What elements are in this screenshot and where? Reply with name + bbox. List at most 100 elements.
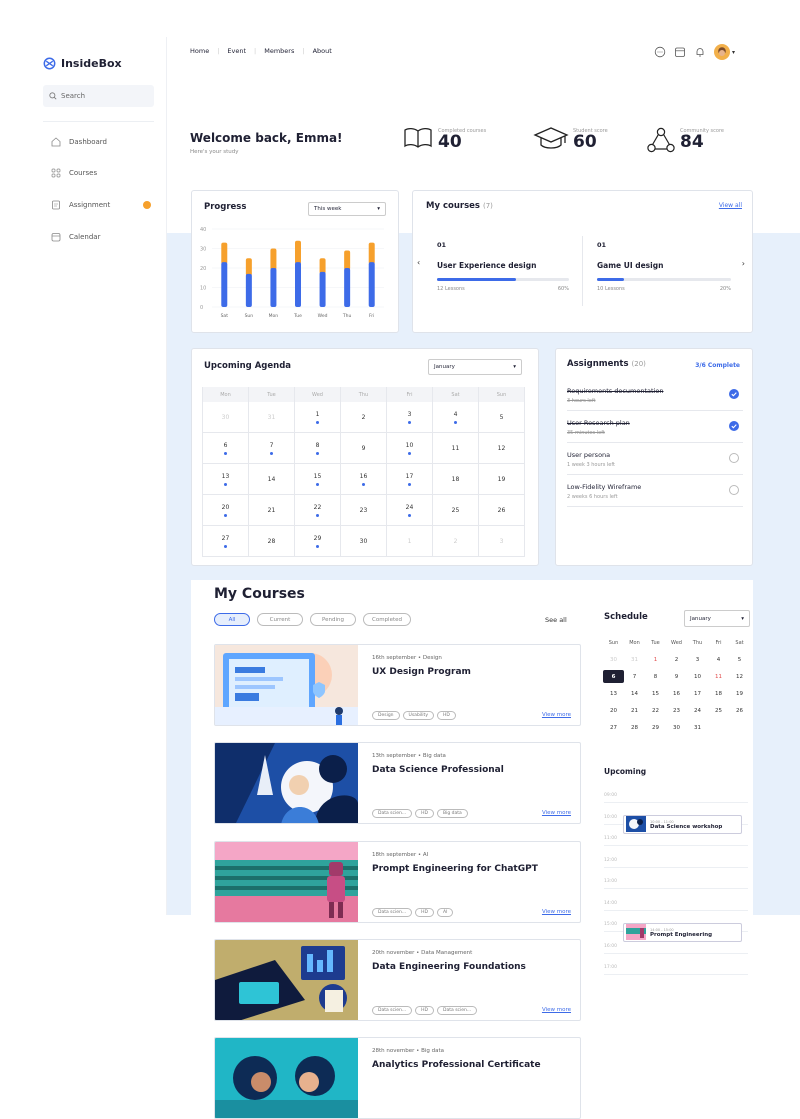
calendar-day[interactable]: 11 [708, 670, 729, 683]
calendar-day[interactable]: 3 [479, 526, 525, 557]
calendar-day[interactable]: 21 [249, 495, 295, 526]
calendar-icon[interactable] [674, 46, 686, 58]
calendar-day[interactable]: 1 [387, 526, 433, 557]
course-card[interactable]: 18th september • AI Prompt Engineering fo… [214, 841, 581, 923]
calendar-day[interactable]: 26 [729, 704, 750, 717]
calendar-day[interactable]: 6 [203, 433, 249, 464]
filter-completed[interactable]: Completed [363, 613, 411, 626]
calendar-day[interactable]: 2 [341, 402, 387, 433]
calendar-day[interactable]: 30 [603, 653, 624, 666]
calendar-day[interactable]: 10 [387, 433, 433, 464]
course-card[interactable]: 13th september • Big data Data Science Pr… [214, 742, 581, 824]
calendar-day[interactable]: 15 [295, 464, 341, 495]
calendar-day[interactable]: 1 [295, 402, 341, 433]
calendar-day[interactable]: 20 [203, 495, 249, 526]
calendar-day[interactable]: 23 [341, 495, 387, 526]
calendar-day[interactable]: 30 [341, 526, 387, 557]
calendar-day[interactable]: 24 [687, 704, 708, 717]
calendar-day[interactable]: 1 [645, 653, 666, 666]
calendar-day[interactable]: 2 [666, 653, 687, 666]
calendar-day[interactable]: 14 [249, 464, 295, 495]
calendar-day[interactable]: 19 [729, 687, 750, 700]
calendar-day[interactable]: 16 [341, 464, 387, 495]
filter-all[interactable]: All [214, 613, 250, 626]
calendar-day[interactable]: 8 [295, 433, 341, 464]
course-summary[interactable]: 01 User Experience design 12 Lessons 60% [437, 241, 569, 292]
calendar-day[interactable]: 7 [624, 670, 645, 683]
calendar-day[interactable]: 4 [708, 653, 729, 666]
nav-link-event[interactable]: Event [227, 47, 246, 55]
empty-circle-icon[interactable] [729, 453, 739, 463]
calendar-day[interactable]: 25 [708, 704, 729, 717]
check-circle-icon[interactable] [729, 389, 739, 399]
see-all-link[interactable]: See all [545, 616, 567, 624]
calendar-day[interactable]: 13 [603, 687, 624, 700]
assignment-item[interactable]: User Research plan 35 minutes left [567, 411, 743, 443]
calendar-day[interactable]: 25 [433, 495, 479, 526]
chevron-left-icon[interactable]: ‹ [417, 258, 420, 267]
month-select[interactable]: January ▾ [428, 359, 522, 375]
calendar-day[interactable]: 14 [624, 687, 645, 700]
assignment-item[interactable]: User persona 1 week 3 hours left [567, 443, 743, 475]
calendar-day[interactable]: 28 [249, 526, 295, 557]
check-circle-icon[interactable] [729, 421, 739, 431]
calendar-day[interactable]: 9 [666, 670, 687, 683]
calendar-day[interactable]: 10 [687, 670, 708, 683]
nav-link-members[interactable]: Members [264, 47, 294, 55]
view-more-link[interactable]: View more [542, 810, 571, 816]
schedule-event[interactable]: 10:00 - 11:00 Data Science workshop [623, 815, 742, 834]
calendar-day[interactable]: 16 [666, 687, 687, 700]
bell-icon[interactable] [694, 46, 706, 58]
calendar-day[interactable]: 12 [479, 433, 525, 464]
calendar-day[interactable]: 5 [479, 402, 525, 433]
period-select[interactable]: This week ▾ [308, 202, 386, 216]
calendar-day[interactable]: 5 [729, 653, 750, 666]
assignment-item[interactable]: Low-Fidelity Wireframe 2 weeks 6 hours le… [567, 475, 743, 507]
schedule-month-select[interactable]: January ▾ [684, 610, 750, 627]
calendar-day[interactable]: 3 [387, 402, 433, 433]
calendar-day[interactable]: 22 [645, 704, 666, 717]
sidebar-item-assignment[interactable]: Assignment [51, 200, 151, 210]
filter-pending[interactable]: Pending [310, 613, 356, 626]
calendar-day[interactable]: 24 [387, 495, 433, 526]
course-card[interactable]: 16th september • Design UX Design Program… [214, 644, 581, 726]
view-more-link[interactable]: View more [542, 909, 571, 915]
search-input[interactable]: Search [43, 85, 154, 107]
schedule-event[interactable]: 14:00 - 15:00 Prompt Engineering [623, 923, 742, 942]
calendar-day[interactable]: 7 [249, 433, 295, 464]
sidebar-item-calendar[interactable]: Calendar [51, 232, 151, 242]
calendar-day[interactable]: 31 [249, 402, 295, 433]
calendar-day[interactable]: 15 [645, 687, 666, 700]
chat-icon[interactable] [654, 46, 666, 58]
calendar-day[interactable]: 22 [295, 495, 341, 526]
calendar-day[interactable]: 20 [603, 704, 624, 717]
calendar-day[interactable]: 31 [687, 721, 708, 734]
calendar-day[interactable]: 8 [645, 670, 666, 683]
calendar-day[interactable]: 31 [624, 653, 645, 666]
calendar-day[interactable]: 27 [603, 721, 624, 734]
nav-link-home[interactable]: Home [190, 47, 209, 55]
calendar-day[interactable]: 18 [433, 464, 479, 495]
calendar-day[interactable]: 3 [687, 653, 708, 666]
calendar-day[interactable]: 27 [203, 526, 249, 557]
course-card[interactable]: 20th november • Data Management Data Engi… [214, 939, 581, 1021]
calendar-day[interactable]: 17 [387, 464, 433, 495]
view-more-link[interactable]: View more [542, 1007, 571, 1013]
calendar-day[interactable]: 26 [479, 495, 525, 526]
filter-current[interactable]: Current [257, 613, 303, 626]
view-more-link[interactable]: View more [542, 712, 571, 718]
course-card[interactable]: 28th november • Big data Analytics Profes… [214, 1037, 581, 1119]
course-summary[interactable]: 01 Game UI design 10 Lessons 20% [597, 241, 731, 292]
calendar-day[interactable]: 29 [645, 721, 666, 734]
calendar-day[interactable]: 2 [433, 526, 479, 557]
calendar-day[interactable]: 9 [341, 433, 387, 464]
nav-link-about[interactable]: About [313, 47, 332, 55]
calendar-day[interactable]: 30 [666, 721, 687, 734]
avatar[interactable]: ▾ [714, 44, 735, 60]
calendar-day[interactable]: 29 [295, 526, 341, 557]
calendar-day[interactable]: 18 [708, 687, 729, 700]
app-logo[interactable]: InsideBox [43, 57, 122, 70]
calendar-day[interactable]: 23 [666, 704, 687, 717]
view-all-link[interactable]: View all [719, 202, 742, 209]
calendar-day[interactable]: 30 [203, 402, 249, 433]
